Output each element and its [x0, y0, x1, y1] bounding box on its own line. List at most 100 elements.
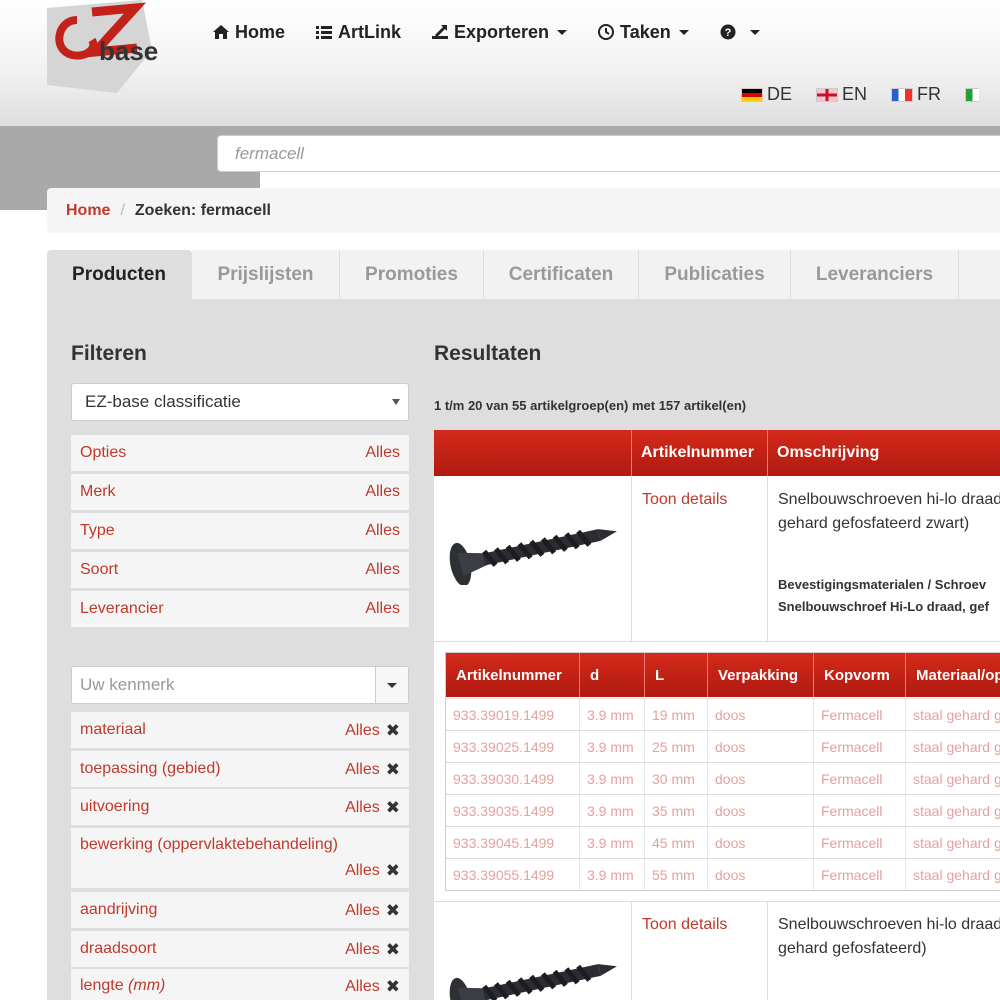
col-artikelnummer[interactable]: Artikelnummer — [631, 430, 768, 476]
kenmerk-bewerking[interactable]: bewerking (oppervlaktebehandeling) Alles… — [71, 828, 409, 888]
kenmerk-right: Alles ✖ — [345, 901, 400, 921]
subcol-artikelnummer[interactable]: Artikelnummer — [446, 653, 579, 697]
grid-line — [434, 641, 1000, 642]
kenmerk-right: Alles ✖ — [345, 940, 400, 960]
kenmerk-uitvoering[interactable]: uitvoering Alles ✖ — [71, 789, 409, 825]
nav-home[interactable]: Home — [212, 20, 285, 44]
cell-l: 55 mm — [644, 859, 707, 890]
kenmerk-draadsoort[interactable]: draadsoort Alles ✖ — [71, 931, 409, 967]
product-image[interactable] — [444, 505, 622, 585]
cell-artikelnummer: 933.39045.1499 — [453, 834, 555, 851]
subcol-materiaal[interactable]: Materiaal/op — [905, 653, 1000, 697]
search-input[interactable] — [217, 135, 1000, 172]
tabs-bar: Producten Prijslijsten Promoties Certifi… — [47, 250, 1000, 300]
cell-verpakking: doos — [707, 731, 813, 762]
kenmerk-right: Alles ✖ — [345, 760, 400, 780]
cell-l: 25 mm — [644, 731, 707, 762]
lang-en[interactable]: EN — [816, 84, 867, 105]
nav-taken[interactable]: Taken — [597, 20, 689, 44]
subtable-row[interactable]: 933.39045.1499 3.9 mm 45 mm doos Fermace… — [446, 826, 1000, 858]
filter-label: Type — [80, 522, 115, 539]
kenmerk-label: toepassing (gebied) — [80, 760, 221, 777]
cell-d: 3.9 mm — [579, 763, 644, 794]
description-line: Snelbouwschroeven hi-lo draad — [778, 491, 1000, 508]
tab-certificaten[interactable]: Certificaten — [484, 250, 639, 300]
subcol-d[interactable]: d — [579, 653, 644, 697]
cell-l: 45 mm — [644, 827, 707, 858]
tab-publicaties[interactable]: Publicaties — [639, 250, 791, 300]
filter-type[interactable]: Type Alles — [71, 513, 409, 549]
subtable-row[interactable]: 933.39019.1499 3.9 mm 19 mm doos Fermace… — [446, 698, 1000, 730]
classification-select[interactable]: EZ-base classificatie — [71, 383, 409, 421]
kenmerk-label: bewerking (oppervlaktebehandeling) — [80, 836, 338, 853]
remove-icon[interactable]: ✖ — [386, 721, 400, 741]
tab-prijslijsten[interactable]: Prijslijsten — [192, 250, 340, 300]
subtable-row[interactable]: 933.39055.1499 3.9 mm 55 mm doos Fermace… — [446, 858, 1000, 890]
cell-kopvorm: Fermacell — [813, 699, 905, 730]
grid-line — [631, 901, 632, 1000]
remove-icon[interactable]: ✖ — [386, 760, 400, 780]
results-count: 1 t/m 20 van 55 artikelgroep(en) met 157… — [434, 398, 747, 413]
kenmerk-label: lengte — [80, 977, 124, 994]
filter-value: Alles — [365, 561, 400, 578]
tab-promoties[interactable]: Promoties — [340, 250, 484, 300]
tab-leveranciers[interactable]: Leveranciers — [791, 250, 959, 300]
classification-line: Bevestigingsmaterialen / Schroev — [778, 577, 987, 592]
filter-opties[interactable]: Opties Alles — [71, 435, 409, 471]
kenmerk-materiaal[interactable]: materiaal Alles ✖ — [71, 712, 409, 748]
cell-kopvorm: Fermacell — [813, 763, 905, 794]
result-classification: Bevestigingsmaterialen / Schroev Snelbou… — [778, 574, 989, 618]
lang-de-label: DE — [767, 84, 793, 104]
subcol-verpakking[interactable]: Verpakking — [707, 653, 813, 697]
nav-artlink[interactable]: ArtLink — [315, 20, 401, 44]
flag-fr-icon — [891, 87, 914, 102]
cell-materiaal: staal gehard g — [905, 827, 1000, 858]
remove-icon[interactable]: ✖ — [386, 798, 400, 818]
product-image[interactable] — [444, 940, 622, 1000]
subtable-row[interactable]: 933.39025.1499 3.9 mm 25 mm doos Fermace… — [446, 730, 1000, 762]
grid-line — [767, 476, 768, 641]
ez-base-logo[interactable]: base — [47, 0, 167, 93]
col-omschrijving[interactable]: Omschrijving — [767, 430, 1000, 476]
filter-label: Merk — [80, 483, 116, 500]
subcol-kopvorm[interactable]: Kopvorm — [813, 653, 905, 697]
subtable-row[interactable]: 933.39030.1499 3.9 mm 30 mm doos Fermace… — [446, 762, 1000, 794]
cell-materiaal: staal gehard g — [905, 795, 1000, 826]
filter-value: Alles — [365, 483, 400, 500]
chevron-down-icon — [678, 29, 689, 35]
nav-artlink-label: ArtLink — [338, 21, 402, 42]
kenmerk-right: Alles ✖ — [345, 861, 400, 881]
tab-producten[interactable]: Producten — [47, 250, 192, 300]
toon-details-link[interactable]: Toon details — [642, 491, 727, 509]
kenmerk-dropdown-button[interactable] — [375, 667, 408, 703]
grid-line — [767, 901, 768, 1000]
breadcrumb-home-link[interactable]: Home — [66, 202, 110, 220]
kenmerk-aandrijving[interactable]: aandrijving Alles ✖ — [71, 892, 409, 928]
subcol-l[interactable]: L — [644, 653, 707, 697]
filter-label: Opties — [80, 444, 127, 461]
kenmerk-unit: (mm) — [128, 977, 166, 994]
remove-icon[interactable]: ✖ — [386, 861, 400, 881]
remove-icon[interactable]: ✖ — [386, 977, 400, 997]
lang-de[interactable]: DE — [741, 84, 792, 105]
filter-leverancier[interactable]: Leverancier Alles — [71, 591, 409, 627]
kenmerk-toepassing[interactable]: toepassing (gebied) Alles ✖ — [71, 751, 409, 787]
kenmerk-label-wrap: lengte (mm) — [80, 977, 165, 995]
nav-exporteren[interactable]: Exporteren — [431, 20, 568, 44]
nav-help[interactable]: ? — [719, 20, 760, 44]
cell-kopvorm: Fermacell — [813, 859, 905, 890]
lang-fr[interactable]: FR — [891, 84, 941, 105]
kenmerk-input[interactable] — [72, 667, 376, 703]
filter-soort[interactable]: Soort Alles — [71, 552, 409, 588]
lang-it[interactable] — [965, 87, 983, 102]
cell-l: 19 mm — [644, 699, 707, 730]
kenmerk-value: Alles — [345, 761, 380, 778]
toon-details-link[interactable]: Toon details — [642, 916, 727, 934]
description-line: gehard gefosfateerd) — [778, 940, 927, 957]
filter-merk[interactable]: Merk Alles — [71, 474, 409, 510]
remove-icon[interactable]: ✖ — [386, 901, 400, 921]
subtable-row[interactable]: 933.39035.1499 3.9 mm 35 mm doos Fermace… — [446, 794, 1000, 826]
kenmerk-lengte[interactable]: lengte (mm) Alles ✖ — [71, 969, 409, 1000]
remove-icon[interactable]: ✖ — [386, 940, 400, 960]
cell-materiaal: staal gehard g — [905, 763, 1000, 794]
